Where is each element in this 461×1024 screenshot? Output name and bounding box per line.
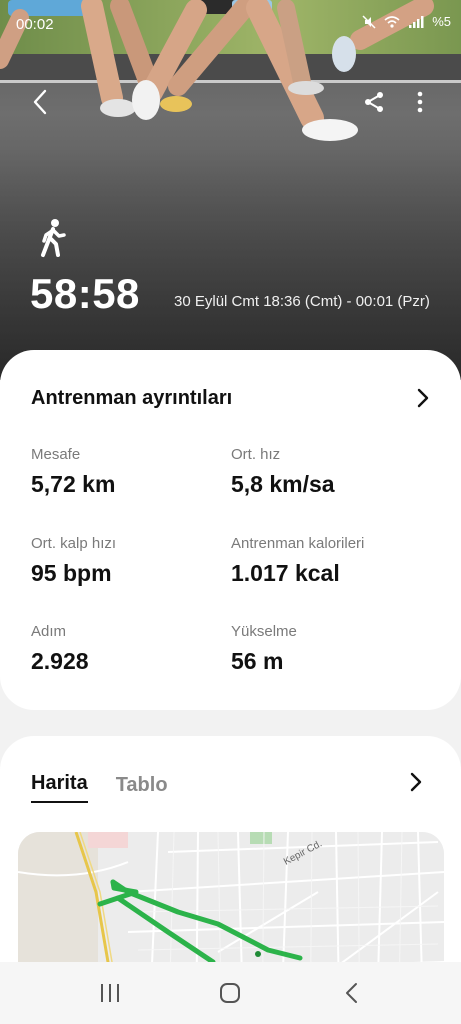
stat-label: Ort. kalp hızı (31, 535, 117, 552)
workout-details-title: Antrenman ayrıntıları (31, 386, 233, 409)
workout-duration: 58:58 (30, 270, 140, 317)
stat-average-heart-rate: Ort. kalp hızı 95 bpm (31, 535, 116, 587)
stat-value: 56 m (231, 648, 284, 674)
workout-details-card: Antrenman ayrıntıları Mesafe 5,72 km Ort… (0, 350, 461, 710)
back-arrow-icon (345, 983, 357, 1003)
share-icon (365, 92, 383, 112)
more-options-button[interactable] (402, 84, 438, 120)
stat-distance: Mesafe 5,72 km (31, 446, 115, 498)
map-expand-chevron-icon[interactable] (410, 772, 422, 797)
chevron-right-icon (413, 388, 433, 408)
hero-banner: 00:02 %5 58:58 30 Eylül Cmt 18:36 (Cmt) … (0, 0, 461, 380)
recent-apps-icon (101, 984, 120, 1002)
stat-elevation: Yükselme 56 m (231, 623, 297, 675)
stat-label: Ort. hız (231, 446, 281, 463)
chevron-left-icon (33, 89, 47, 115)
wifi-icon (384, 15, 400, 28)
stat-value: 5,8 km/sa (231, 471, 335, 497)
status-bar: 00:02 %5 (0, 0, 461, 50)
share-button[interactable] (356, 84, 392, 120)
battery-percent: %5 (432, 14, 451, 29)
back-button[interactable] (22, 84, 58, 120)
stat-value: 5,72 km (31, 471, 116, 497)
mute-icon (362, 14, 376, 29)
recent-apps-button[interactable] (90, 973, 130, 1013)
stat-label: Adım (31, 623, 67, 640)
workout-detail-screen: 00:02 %5 58:58 30 Eylül Cmt 18:36 (Cmt) … (0, 0, 461, 1024)
stat-label: Yükselme (231, 623, 297, 640)
stat-average-speed: Ort. hız 5,8 km/sa (231, 446, 335, 498)
status-time: 00:02 (16, 16, 54, 33)
more-vertical-icon (417, 91, 423, 113)
map-tabs: Harita Tablo (31, 772, 168, 803)
tab-harita[interactable]: Harita (31, 772, 88, 803)
stat-value: 2.928 (31, 648, 89, 674)
stat-value: 95 bpm (31, 560, 112, 586)
tab-tablo[interactable]: Tablo (116, 774, 168, 803)
hero-shade (0, 150, 461, 380)
status-icons: %5 (362, 14, 451, 29)
home-icon (220, 983, 241, 1003)
signal-icon (409, 15, 424, 28)
system-navigation-bar (0, 962, 461, 1024)
system-back-button[interactable] (331, 973, 371, 1013)
stat-calories: Antrenman kalorileri 1.017 kcal (231, 535, 364, 587)
stat-label: Antrenman kalorileri (231, 535, 365, 552)
stat-label: Mesafe (31, 446, 81, 463)
stat-value: 1.017 kcal (231, 560, 340, 586)
stat-steps: Adım 2.928 (31, 623, 89, 675)
workout-date-range: 30 Eylül Cmt 18:36 (Cmt) - 00:01 (Pzr) (174, 293, 430, 310)
workout-details-header[interactable]: Antrenman ayrıntıları (31, 384, 433, 412)
home-button[interactable] (210, 973, 250, 1013)
walking-icon (41, 219, 66, 257)
